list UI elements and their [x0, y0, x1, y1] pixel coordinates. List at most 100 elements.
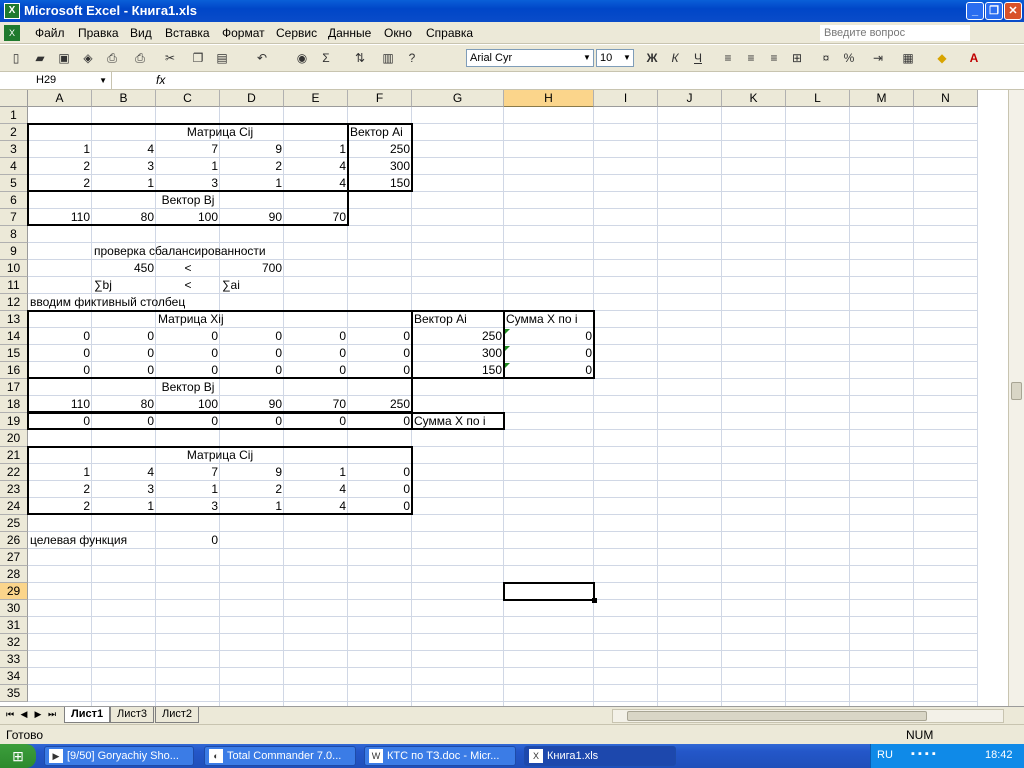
cell-C15[interactable]: 0 — [156, 345, 220, 362]
row-header-14[interactable]: 14 — [0, 328, 28, 345]
last-sheet-icon[interactable]: ⏭ — [46, 709, 58, 720]
cell-A23[interactable]: 2 — [28, 481, 92, 498]
row-header-10[interactable]: 10 — [0, 260, 28, 277]
cell-E19[interactable]: 0 — [284, 413, 348, 430]
cell-A7[interactable]: 110 — [28, 209, 92, 226]
horizontal-scrollbar[interactable] — [612, 709, 1004, 723]
cell-C22[interactable]: 7 — [156, 464, 220, 481]
cell-H15[interactable]: 0 — [504, 345, 594, 362]
cell-D4[interactable]: 2 — [220, 158, 284, 175]
menu-format[interactable]: Формат — [222, 26, 265, 40]
cell-D10[interactable]: 700 — [220, 260, 284, 277]
cell-B3[interactable]: 4 — [92, 141, 156, 158]
minimize-button[interactable]: _ — [966, 2, 984, 20]
cell-C14[interactable]: 0 — [156, 328, 220, 345]
cell-B14[interactable]: 0 — [92, 328, 156, 345]
first-sheet-icon[interactable]: ⏮ — [4, 709, 16, 720]
cell-F19[interactable]: 0 — [348, 413, 412, 430]
row-header-29[interactable]: 29 — [0, 583, 28, 600]
cell-F14[interactable]: 0 — [348, 328, 412, 345]
cell-D11[interactable]: ∑ai — [220, 277, 242, 294]
bold-button[interactable]: Ж — [642, 49, 662, 67]
cell-D7[interactable]: 90 — [220, 209, 284, 226]
hyperlink-icon[interactable]: ◉ — [292, 49, 312, 67]
fill-color-icon[interactable]: ◆ — [932, 49, 952, 67]
sort-icon[interactable]: ⇅ — [350, 49, 370, 67]
cell-F2[interactable]: Вектор Ai — [348, 124, 405, 141]
currency-icon[interactable]: ¤ — [816, 49, 836, 67]
row-header-5[interactable]: 5 — [0, 175, 28, 192]
cell-F5[interactable]: 150 — [348, 175, 412, 192]
row-header-2[interactable]: 2 — [0, 124, 28, 141]
windows-logo-icon[interactable]: ⊞ — [0, 744, 36, 768]
row-header-34[interactable]: 34 — [0, 668, 28, 685]
vertical-scrollbar[interactable] — [1008, 90, 1024, 706]
cell-A24[interactable]: 2 — [28, 498, 92, 515]
row-header-3[interactable]: 3 — [0, 141, 28, 158]
copy-icon[interactable]: ❐ — [188, 49, 208, 67]
cell-G16[interactable]: 150 — [412, 362, 504, 379]
cell-H14[interactable]: 0 — [504, 328, 594, 345]
cell-E24[interactable]: 4 — [284, 498, 348, 515]
cell-C17[interactable]: Вектор Bj — [156, 379, 220, 396]
row-header-17[interactable]: 17 — [0, 379, 28, 396]
column-header-G[interactable]: G — [412, 90, 504, 107]
column-header-H[interactable]: H — [504, 90, 594, 107]
undo-icon[interactable]: ↶ — [252, 49, 272, 67]
cell-D15[interactable]: 0 — [220, 345, 284, 362]
cell-E7[interactable]: 70 — [284, 209, 348, 226]
cell-C3[interactable]: 7 — [156, 141, 220, 158]
menu-file[interactable]: Файл — [35, 26, 65, 40]
row-header-22[interactable]: 22 — [0, 464, 28, 481]
cell-G14[interactable]: 250 — [412, 328, 504, 345]
cell-E22[interactable]: 1 — [284, 464, 348, 481]
task-media-player[interactable]: ▶ [9/50] Goryachiy Sho... — [44, 746, 194, 766]
cell-D3[interactable]: 9 — [220, 141, 284, 158]
language-indicator[interactable]: RU — [877, 749, 893, 761]
cell-B2[interactable]: Матрица Cij — [92, 124, 348, 141]
cell-A12[interactable]: вводим фиктивный столбец — [28, 294, 187, 311]
row-header-1[interactable]: 1 — [0, 107, 28, 124]
prev-sheet-icon[interactable]: ◀ — [18, 709, 30, 720]
cell-G19[interactable]: Сумма Х по i — [412, 413, 488, 430]
cell-C13[interactable]: Матрица Xij — [156, 311, 224, 328]
column-header-B[interactable]: B — [92, 90, 156, 107]
chart-icon[interactable]: ▥ — [378, 49, 398, 67]
row-header-20[interactable]: 20 — [0, 430, 28, 447]
row-header-7[interactable]: 7 — [0, 209, 28, 226]
cell-A26[interactable]: целевая функция — [28, 532, 129, 549]
cell-A3[interactable]: 1 — [28, 141, 92, 158]
row-header-26[interactable]: 26 — [0, 532, 28, 549]
cell-C7[interactable]: 100 — [156, 209, 220, 226]
row-header-30[interactable]: 30 — [0, 600, 28, 617]
excel-doc-icon[interactable]: X — [4, 25, 20, 41]
cell-A15[interactable]: 0 — [28, 345, 92, 362]
row-header-16[interactable]: 16 — [0, 362, 28, 379]
cell-D23[interactable]: 2 — [220, 481, 284, 498]
column-header-K[interactable]: K — [722, 90, 786, 107]
error-indicator-icon[interactable] — [505, 346, 510, 351]
new-icon[interactable]: ▯ — [6, 49, 26, 67]
error-indicator-icon[interactable] — [505, 363, 510, 368]
cell-D24[interactable]: 1 — [220, 498, 284, 515]
cell-A4[interactable]: 2 — [28, 158, 92, 175]
restore-button[interactable]: ❐ — [985, 2, 1003, 20]
row-header-19[interactable]: 19 — [0, 413, 28, 430]
column-header-J[interactable]: J — [658, 90, 722, 107]
spreadsheet-grid[interactable]: A B C D E F G H I J K L M N 1 2 3 4 5 6 7 8 9 10 11 12 13 14 15 16 17 1… — [0, 90, 1024, 706]
row-header-18[interactable]: 18 — [0, 396, 28, 413]
task-total-commander[interactable]: ◐ Total Commander 7.0... — [204, 746, 356, 766]
row-header-28[interactable]: 28 — [0, 566, 28, 583]
cell-C26[interactable]: 0 — [156, 532, 220, 549]
next-sheet-icon[interactable]: ▶ — [32, 709, 44, 720]
name-box[interactable]: H29 ▼ — [0, 72, 112, 89]
cell-G13[interactable]: Вектор Ai — [412, 311, 469, 328]
column-header-E[interactable]: E — [284, 90, 348, 107]
task-excel[interactable]: X Книга1.xls — [524, 746, 676, 766]
merge-center-icon[interactable]: ⊞ — [787, 49, 807, 67]
cell-B15[interactable]: 0 — [92, 345, 156, 362]
row-header-4[interactable]: 4 — [0, 158, 28, 175]
align-right-icon[interactable]: ≡ — [764, 49, 784, 67]
cell-B11[interactable]: ∑bj — [92, 277, 114, 294]
cell-B24[interactable]: 1 — [92, 498, 156, 515]
